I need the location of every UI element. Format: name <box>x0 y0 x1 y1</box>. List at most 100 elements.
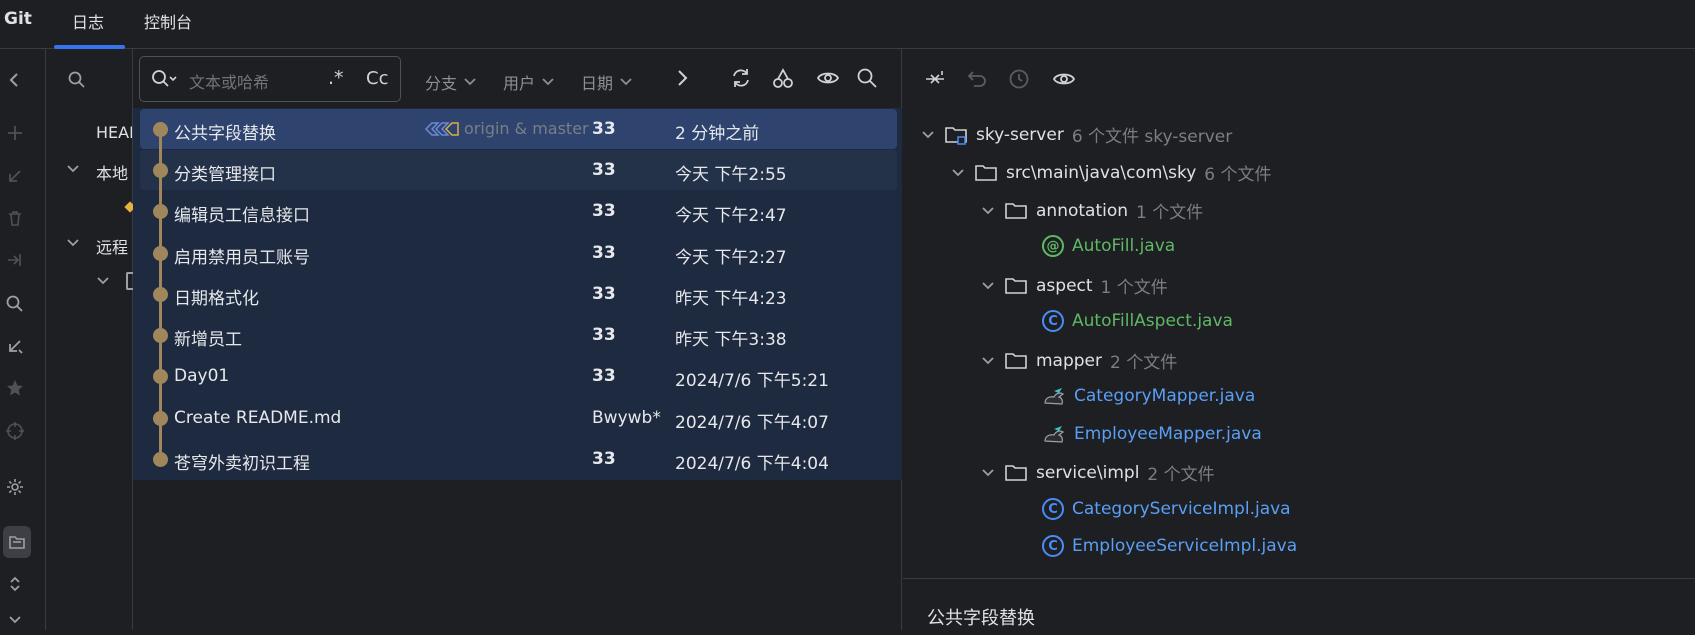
collapse-icon[interactable] <box>0 64 30 96</box>
top-bar <box>0 0 1695 49</box>
commit-detail-title: 公共字段替换 <box>927 608 1035 629</box>
branch-group-remote[interactable]: 远程 <box>96 234 128 258</box>
commit-author: 33 <box>592 449 616 469</box>
commit-message: Create README.md <box>174 408 342 428</box>
view-options-eye-icon[interactable] <box>1047 64 1081 94</box>
filter-branch[interactable]: 分支 <box>425 70 477 94</box>
expand-collapse-icon[interactable] <box>0 568 30 600</box>
commit-message: 新增员工 <box>174 330 242 350</box>
tree-file-employeeservice[interactable]: C EmployeeServiceImpl.java <box>1042 535 1297 557</box>
commit-node <box>153 246 168 261</box>
target-icon[interactable] <box>0 415 30 447</box>
branch-tags-icon <box>424 121 459 136</box>
tree-folder-aspect[interactable]: aspect 1 个文件 <box>980 273 1168 298</box>
commit-refs-label: origin & master <box>464 119 589 138</box>
commit-message: 苍穹外卖初识工程 <box>174 454 310 474</box>
tree-file-categoryservice[interactable]: C CategoryServiceImpl.java <box>1042 498 1291 520</box>
chevron-down-icon <box>464 78 476 86</box>
chevron-down-icon[interactable] <box>66 162 80 176</box>
tree-aspect-label: aspect <box>1036 275 1093 296</box>
commit-message: Day01 <box>174 366 230 386</box>
revert-icon[interactable] <box>962 64 992 94</box>
folder-icon <box>975 164 997 181</box>
tree-service-label: service\impl <box>1036 462 1140 483</box>
mybatis-mapper-icon <box>1044 388 1065 405</box>
regex-toggle[interactable]: .* <box>328 67 344 89</box>
tree-src-meta: 6 个文件 <box>1204 165 1272 185</box>
find-icon[interactable] <box>853 64 881 92</box>
view-options-eye-icon[interactable] <box>812 64 844 92</box>
commit-date: 今天 下午2:27 <box>675 248 787 268</box>
commit-author: 33 <box>592 201 616 221</box>
delete-icon[interactable] <box>0 202 30 234</box>
chevron-down-icon[interactable] <box>96 274 110 288</box>
commit-node <box>153 369 168 384</box>
tree-folder-mapper[interactable]: mapper 2 个文件 <box>980 348 1177 373</box>
commit-node <box>153 163 168 178</box>
tree-annotation-label: annotation <box>1036 200 1129 221</box>
search-icon[interactable] <box>150 68 178 90</box>
tab-console[interactable]: 控制台 <box>144 9 192 33</box>
commit-date: 昨天 下午4:23 <box>675 289 787 309</box>
commit-author: 33 <box>592 325 616 345</box>
tree-annotation-meta: 1 个文件 <box>1136 203 1204 223</box>
tree-root-label: sky-server <box>976 124 1064 145</box>
filter-date[interactable]: 日期 <box>581 70 633 94</box>
tree-root-sky-server[interactable]: sky-server 6 个文件 sky-server <box>920 122 1232 147</box>
class-icon: C <box>1042 498 1064 520</box>
commit-date: 2024/7/6 下午4:07 <box>675 413 829 433</box>
tree-folder-annotation[interactable]: annotation 1 个文件 <box>980 198 1203 223</box>
branch-group-local[interactable]: 本地 <box>96 160 128 184</box>
tree-file-employeemapper[interactable]: EmployeeMapper.java <box>1042 423 1262 445</box>
module-folder-icon <box>945 126 967 145</box>
settings-icon[interactable] <box>0 471 30 503</box>
commit-author: 33 <box>592 119 616 139</box>
checkout-icon[interactable] <box>0 160 30 192</box>
commit-message: 日期格式化 <box>174 289 259 309</box>
tree-folder-src[interactable]: src\main\java\com\sky 6 个文件 <box>950 160 1272 185</box>
branch-head[interactable]: HEAD <box>96 123 132 142</box>
filter-user[interactable]: 用户 <box>503 70 555 94</box>
tree-mapper-meta: 2 个文件 <box>1110 353 1178 373</box>
tree-file-autofillaspect-label: AutoFillAspect.java <box>1072 311 1233 331</box>
tree-file-autofillaspect[interactable]: C AutoFillAspect.java <box>1042 310 1233 332</box>
history-icon[interactable] <box>1004 64 1034 94</box>
search-icon[interactable] <box>0 288 30 320</box>
match-case-toggle[interactable]: Cc <box>366 68 388 89</box>
compare-icon[interactable] <box>0 244 30 276</box>
commit-author: 33 <box>592 284 616 304</box>
folder-icon <box>1005 277 1027 294</box>
tree-file-autofill[interactable]: @ AutoFill.java <box>1042 235 1175 257</box>
search-input[interactable] <box>139 56 401 102</box>
commit-date: 今天 下午2:47 <box>675 206 787 226</box>
chevron-down-icon[interactable] <box>66 236 80 250</box>
tree-folder-service[interactable]: service\impl 2 个文件 <box>980 460 1215 485</box>
folder-icon <box>1005 202 1027 219</box>
collapse-diff-icon[interactable] <box>920 64 950 94</box>
refresh-icon[interactable] <box>727 64 755 92</box>
chevron-down-icon <box>542 78 554 86</box>
commit-date: 2024/7/6 下午5:21 <box>675 371 829 391</box>
more-filters-chevron-icon[interactable] <box>668 64 696 92</box>
class-icon: C <box>1042 310 1064 332</box>
commit-node <box>153 122 168 137</box>
cherry-pick-icon[interactable] <box>769 64 797 92</box>
chevron-down-icon[interactable] <box>0 603 30 635</box>
add-icon[interactable] <box>0 117 30 149</box>
chevron-down-icon <box>982 468 994 476</box>
commit-message: 公共字段替换 <box>174 124 276 144</box>
update-icon[interactable] <box>0 330 30 362</box>
mybatis-mapper-icon <box>1044 426 1065 443</box>
commit-refs: origin & master <box>424 119 589 138</box>
branch-search-icon[interactable] <box>62 64 92 96</box>
chevron-down-icon <box>982 356 994 364</box>
commit-date: 2024/7/6 下午4:04 <box>675 454 829 474</box>
tree-file-categorymapper[interactable]: CategoryMapper.java <box>1042 385 1255 407</box>
chevron-down-icon <box>982 281 994 289</box>
tab-log[interactable]: 日志 <box>72 9 104 33</box>
changed-files-icon[interactable] <box>3 526 31 558</box>
chevron-down-icon <box>952 168 964 176</box>
filter-date-label: 日期 <box>581 74 614 93</box>
star-icon[interactable] <box>0 372 30 404</box>
tree-file-employeeservice-label: EmployeeServiceImpl.java <box>1072 536 1298 556</box>
